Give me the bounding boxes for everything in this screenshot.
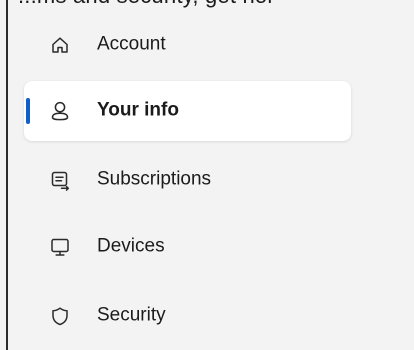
sidebar-item-label: Security	[97, 304, 166, 326]
sidebar-divider	[6, 0, 8, 350]
home-icon	[48, 33, 72, 57]
sidebar-item-label: Account	[97, 33, 166, 55]
sidebar-item-label: Your info	[97, 99, 179, 121]
sidebar-item-your-info[interactable]: Your info	[24, 81, 351, 141]
sidebar-item-subscriptions[interactable]: Subscriptions	[24, 150, 351, 210]
sidebar-item-label: Devices	[97, 235, 165, 257]
sidebar-item-security[interactable]: Security	[24, 286, 351, 346]
person-icon	[48, 99, 72, 123]
shield-icon	[48, 304, 72, 328]
monitor-icon	[48, 235, 72, 259]
sidebar-item-account[interactable]: Account	[24, 15, 351, 75]
sidebar-item-label: Subscriptions	[97, 168, 212, 190]
sidebar-item-devices[interactable]: Devices	[24, 217, 351, 277]
subscriptions-icon	[48, 168, 72, 192]
active-indicator	[26, 98, 30, 124]
sidebar-navigation: Account Your info Subscriptions Devices …	[0, 0, 414, 350]
